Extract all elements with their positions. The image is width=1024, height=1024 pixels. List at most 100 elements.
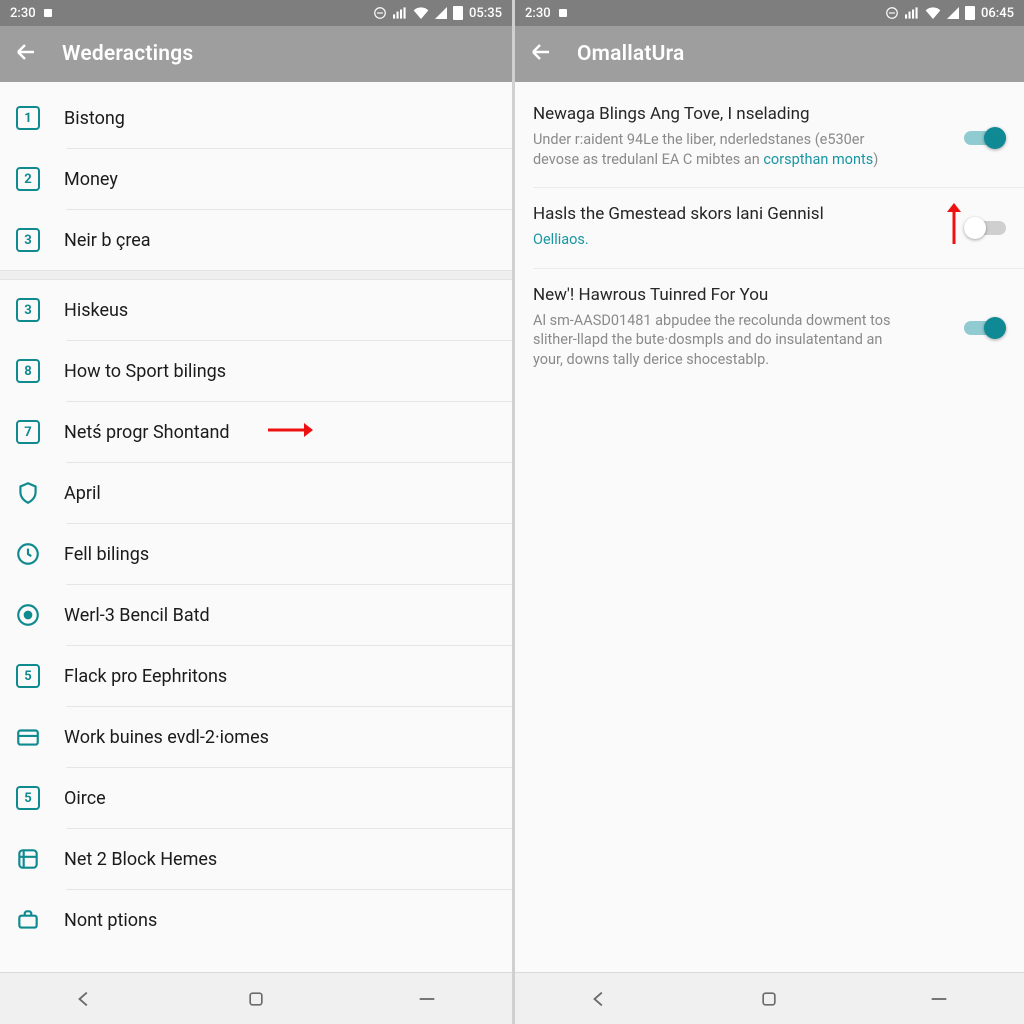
list-item-icon: 2 bbox=[14, 165, 42, 193]
phone-right: 2:30 06:45 OmallatUra Newaga Blings Ang … bbox=[512, 0, 1024, 1024]
list-item-icon: 5 bbox=[14, 784, 42, 812]
list-item[interactable]: Fell bilings bbox=[0, 524, 512, 584]
list-item-label: Nont ptions bbox=[64, 910, 157, 931]
list-item-label: Netś progr Shontand bbox=[64, 422, 230, 443]
list-item-label: Bistong bbox=[64, 108, 125, 129]
target-icon bbox=[15, 602, 41, 628]
status-notif-icon bbox=[557, 7, 569, 19]
list-item[interactable]: 2 Money bbox=[0, 149, 512, 209]
setting-link[interactable]: corspthan monts bbox=[763, 151, 873, 168]
setting-title: New'! Hawrous Tuinred For You bbox=[533, 285, 1006, 305]
status-bar: 2:30 05:35 bbox=[0, 0, 512, 26]
list-item[interactable]: 3Neir b çrea bbox=[0, 210, 512, 270]
nav-recents-icon bbox=[416, 988, 438, 1010]
highlight-arrow-icon bbox=[266, 421, 314, 443]
status-signal2-icon bbox=[947, 7, 959, 19]
status-signal2-icon bbox=[435, 7, 447, 19]
nav-bar bbox=[515, 972, 1024, 1024]
toggle-switch[interactable] bbox=[964, 126, 1006, 150]
list-item-icon bbox=[14, 845, 42, 873]
setting-item[interactable]: Hasls the Gmestead skors lani Gennisl Oel… bbox=[515, 188, 1024, 268]
list-item-icon bbox=[14, 601, 42, 629]
status-download-icon bbox=[575, 7, 587, 19]
nav-recents-icon bbox=[928, 988, 950, 1010]
list-item[interactable]: Work buines evdl-2·iomes bbox=[0, 707, 512, 767]
list-item[interactable]: 3 Hiskeus bbox=[0, 280, 512, 340]
status-time: 2:30 bbox=[525, 6, 551, 21]
numbered-icon: 3 bbox=[16, 298, 40, 322]
numbered-icon: 5 bbox=[16, 786, 40, 810]
status-signal-icon bbox=[905, 7, 919, 19]
list-item-label: Net 2 Block Hemes bbox=[64, 849, 217, 870]
status-download-icon bbox=[60, 7, 72, 19]
list-item[interactable]: Nont ptions bbox=[0, 890, 512, 950]
app-bar: Wederactings bbox=[0, 26, 512, 82]
list-item-label: Hiskeus bbox=[64, 300, 128, 321]
list-item-label: April bbox=[64, 483, 101, 504]
status-battery-icon bbox=[453, 6, 463, 20]
tag-icon bbox=[15, 846, 41, 872]
back-button[interactable] bbox=[14, 40, 38, 68]
list-item[interactable]: 7 Netś progr Shontand bbox=[0, 402, 512, 462]
numbered-icon: 3 bbox=[16, 228, 40, 252]
toggle-switch[interactable] bbox=[964, 316, 1006, 340]
app-bar: OmallatUra bbox=[515, 26, 1024, 82]
numbered-icon: 2 bbox=[16, 167, 40, 191]
page-title: Wederactings bbox=[62, 42, 193, 66]
status-wifi-icon bbox=[925, 7, 941, 19]
settings-panel: Newaga Blings Ang Tove, I nseladingUnder… bbox=[515, 82, 1024, 972]
list-item[interactable]: April bbox=[0, 463, 512, 523]
list-item[interactable]: 8How to Sport bilings bbox=[0, 341, 512, 401]
list-item-icon: 5 bbox=[14, 662, 42, 690]
list-item[interactable]: 1 Bistong bbox=[0, 88, 512, 148]
list-item[interactable]: Net 2 Block Hemes bbox=[0, 829, 512, 889]
setting-link[interactable]: Oelliaos. bbox=[533, 231, 589, 248]
list-item[interactable]: 5 Oirce bbox=[0, 768, 512, 828]
list-item-label: Money bbox=[64, 169, 118, 190]
numbered-icon: 7 bbox=[16, 420, 40, 444]
setting-item[interactable]: Newaga Blings Ang Tove, I nseladingUnder… bbox=[515, 88, 1024, 187]
status-do-not-disturb-icon bbox=[373, 6, 387, 20]
list-item-label: Work buines evdl-2·iomes bbox=[64, 727, 269, 748]
setting-description: Oelliaos. bbox=[533, 230, 893, 250]
status-clock: 06:45 bbox=[981, 6, 1014, 21]
numbered-icon: 1 bbox=[16, 106, 40, 130]
phone-left: 2:30 05:35 Wederactings 1Bistong2Money3N… bbox=[0, 0, 512, 1024]
list-item[interactable]: Werl-3 Bencil Batd bbox=[0, 585, 512, 645]
setting-title: Hasls the Gmestead skors lani Gennisl bbox=[533, 204, 1006, 224]
list-item-label: Oirce bbox=[64, 788, 106, 809]
page-title: OmallatUra bbox=[577, 42, 685, 66]
list-item[interactable]: 5 Flack pro Eephritons bbox=[0, 646, 512, 706]
briefcase-icon bbox=[15, 907, 41, 933]
list-item-label: Werl-3 Bencil Batd bbox=[64, 605, 210, 626]
nav-recents-button[interactable] bbox=[911, 981, 967, 1017]
setting-description: Under r:aident 94Le the liber, nderledst… bbox=[533, 130, 893, 169]
settings-list: 1Bistong2Money3Neir b çrea3Hiskeus8How t… bbox=[0, 82, 512, 972]
numbered-icon: 8 bbox=[16, 359, 40, 383]
list-item-icon: 3 bbox=[14, 226, 42, 254]
status-wifi-icon bbox=[413, 7, 429, 19]
status-bar: 2:30 06:45 bbox=[515, 0, 1024, 26]
status-signal-icon bbox=[393, 7, 407, 19]
nav-bar bbox=[0, 972, 512, 1024]
nav-home-button[interactable] bbox=[741, 981, 797, 1017]
back-button[interactable] bbox=[529, 40, 553, 68]
nav-back-button[interactable] bbox=[572, 981, 628, 1017]
list-item-icon: 7 bbox=[14, 418, 42, 446]
list-item-icon bbox=[14, 906, 42, 934]
card-icon bbox=[15, 724, 41, 750]
back-arrow-icon bbox=[14, 40, 38, 64]
nav-back-button[interactable] bbox=[57, 981, 113, 1017]
numbered-icon: 5 bbox=[16, 664, 40, 688]
status-notif-icon bbox=[42, 7, 54, 19]
nav-home-button[interactable] bbox=[228, 981, 284, 1017]
toggle-switch[interactable] bbox=[964, 216, 1006, 240]
setting-item[interactable]: New'! Hawrous Tuinred For YouAl sm-AASD0… bbox=[515, 269, 1024, 388]
list-item-label: Flack pro Eephritons bbox=[64, 666, 227, 687]
nav-back-icon bbox=[74, 988, 96, 1010]
nav-recents-button[interactable] bbox=[399, 981, 455, 1017]
status-clock: 05:35 bbox=[469, 6, 502, 21]
list-item-icon bbox=[14, 723, 42, 751]
list-item-icon: 8 bbox=[14, 357, 42, 385]
section-divider bbox=[0, 270, 512, 280]
